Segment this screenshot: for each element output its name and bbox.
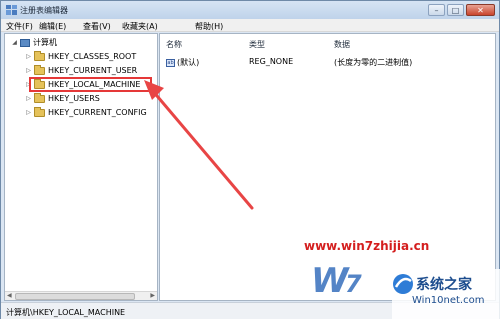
close-button[interactable]: ✕ <box>466 4 495 16</box>
highlight-annotation-box <box>29 77 152 92</box>
menu-file[interactable]: 文件(F) <box>6 21 33 32</box>
registry-app-icon <box>6 5 17 15</box>
column-header-type[interactable]: 类型 <box>249 39 265 50</box>
watermark-url: www.win7zhijia.cn <box>304 239 430 253</box>
tree-item-hkey-users[interactable]: ▷ HKEY_USERS <box>25 92 100 104</box>
tree-root-computer[interactable]: ◢ 计算机 <box>11 37 57 48</box>
tree-horizontal-scrollbar[interactable]: ◀ ▶ <box>5 291 157 300</box>
tree-item-label: HKEY_CURRENT_CONFIG <box>48 108 147 117</box>
scrollbar-thumb[interactable] <box>15 293 135 300</box>
menu-edit[interactable]: 编辑(E) <box>39 21 66 32</box>
menu-favorites[interactable]: 收藏夹(A) <box>122 21 158 32</box>
maximize-icon: □ <box>451 5 460 15</box>
folder-icon <box>34 64 45 75</box>
value-type: REG_NONE <box>249 57 294 66</box>
badge-title: 系统之家 <box>416 277 472 293</box>
folder-icon <box>34 92 45 103</box>
tree-item-hkey-current-config[interactable]: ▷ HKEY_CURRENT_CONFIG <box>25 106 147 118</box>
computer-icon <box>20 38 30 47</box>
tree-item-label: HKEY_USERS <box>48 94 100 103</box>
status-path: 计算机\HKEY_LOCAL_MACHINE <box>6 308 126 317</box>
scroll-left-arrow-icon[interactable]: ◀ <box>7 292 12 299</box>
svg-text:7: 7 <box>345 270 362 298</box>
menu-bar: 文件(F) 编辑(E) 查看(V) 收藏夹(A) 帮助(H) <box>1 19 499 32</box>
title-bar: 注册表编辑器 – □ ✕ <box>1 1 499 19</box>
tree-item-label: HKEY_CURRENT_USER <box>48 66 138 75</box>
column-header-name[interactable]: 名称 <box>166 39 182 50</box>
swoosh-logo-icon <box>393 274 413 294</box>
minimize-icon: – <box>434 5 439 15</box>
tree-item-hkey-current-user[interactable]: ▷ HKEY_CURRENT_USER <box>25 64 138 76</box>
menu-help[interactable]: 帮助(H) <box>195 21 223 32</box>
maximize-button[interactable]: □ <box>447 4 464 16</box>
annotation-arrow <box>144 80 254 210</box>
minimize-button[interactable]: – <box>428 4 445 16</box>
win7-logo-watermark: W 7 <box>311 261 362 300</box>
column-header-data[interactable]: 数据 <box>334 39 350 50</box>
tree-item-label: HKEY_CLASSES_ROOT <box>48 52 137 61</box>
folder-icon <box>34 106 45 117</box>
expand-arrow-icon[interactable]: ▷ <box>25 109 32 116</box>
collapse-arrow-icon[interactable]: ◢ <box>11 39 18 46</box>
expand-arrow-icon[interactable]: ▷ <box>25 95 32 102</box>
value-name: (默认) <box>177 58 200 67</box>
string-value-icon: ab <box>166 58 175 67</box>
expand-arrow-icon[interactable]: ▷ <box>25 67 32 74</box>
close-icon: ✕ <box>477 5 484 15</box>
value-data: (长度为零的二进制值) <box>334 58 413 67</box>
tree-item-hkey-classes-root[interactable]: ▷ HKEY_CLASSES_ROOT <box>25 50 137 62</box>
folder-icon <box>34 50 45 61</box>
expand-arrow-icon[interactable]: ▷ <box>25 53 32 60</box>
window-title: 注册表编辑器 <box>20 6 68 15</box>
scroll-right-arrow-icon[interactable]: ▶ <box>150 292 155 299</box>
badge-subtitle: Win10net.com <box>412 295 485 306</box>
menu-view[interactable]: 查看(V) <box>83 21 111 32</box>
tree-root-label: 计算机 <box>33 38 57 47</box>
value-row[interactable]: ab (默认) <box>166 57 199 68</box>
site-badge: 系统之家 Win10net.com <box>392 269 500 319</box>
